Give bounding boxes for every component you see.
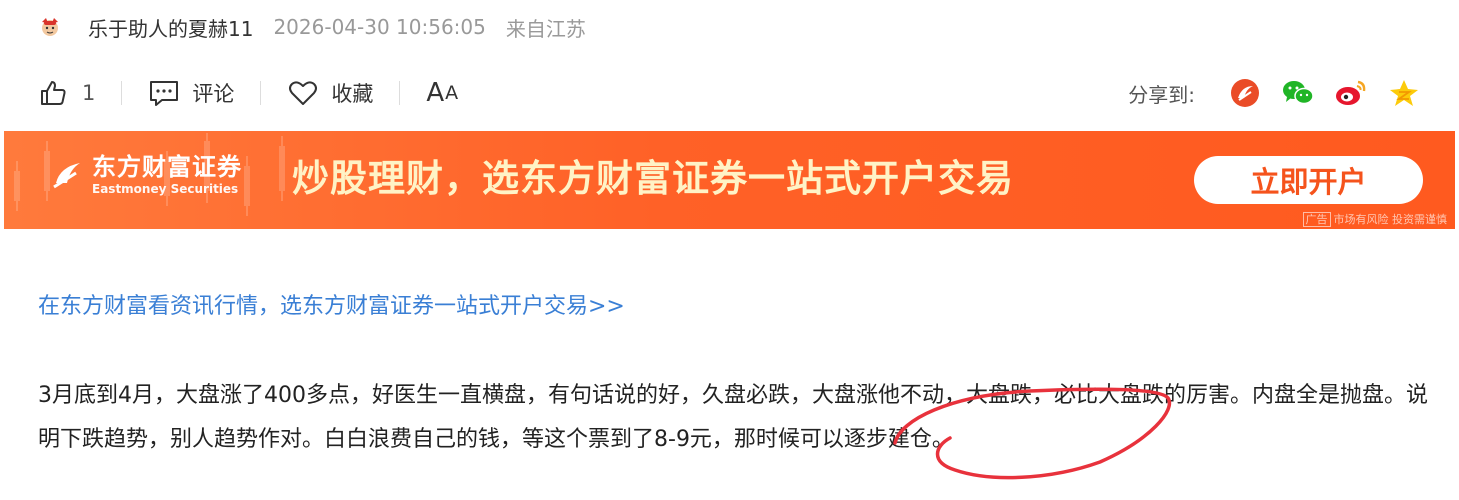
brand-name-en: Eastmoney Securities (92, 182, 239, 196)
qzone-icon (1390, 80, 1418, 106)
wechat-share-button[interactable] (1281, 76, 1315, 110)
ad-disclaimer: 广告 市场有风险 投资需谨慎 (1302, 211, 1448, 227)
username[interactable]: 乐于助人的夏赫11 (88, 13, 253, 42)
wechat-icon (1283, 81, 1314, 105)
banner-slogan: 炒股理财，选东方财富证券一站式开户交易 (292, 157, 1014, 200)
divider (260, 81, 262, 105)
share-label: 分享到: (1128, 82, 1195, 107)
avatar-icon (42, 18, 58, 36)
post-location: 来自江苏 (505, 16, 586, 41)
divider (121, 81, 123, 105)
font-size-button[interactable]: AA (426, 78, 459, 108)
divider (399, 81, 401, 105)
thumbs-up-icon (41, 81, 66, 105)
favorite-label: 收藏 (331, 82, 374, 106)
weibo-share-button[interactable] (1334, 76, 1368, 110)
like-count: 1 (82, 81, 96, 105)
avatar[interactable] (38, 15, 62, 39)
comment-button[interactable]: 评论 (148, 78, 234, 108)
like-button[interactable]: 1 (38, 78, 95, 108)
qzone-share-button[interactable] (1387, 76, 1421, 110)
promo-link[interactable]: 在东方财富看资讯行情，选东方财富证券一站式开户交易>> (38, 288, 625, 320)
comment-icon (150, 81, 179, 106)
post-body: 3月底到4月，大盘涨了400多点，好医生一直横盘，有句话说的好，久盘必跌，大盘涨… (38, 383, 1428, 452)
open-account-button[interactable]: 立即开户 (1194, 156, 1423, 204)
eastmoney-logo-icon (53, 163, 80, 189)
brand-logo: 东方财富证券 Eastmoney Securities (50, 153, 242, 197)
share-bar: 分享到: (1128, 74, 1421, 112)
eastmoney-guba-share-button[interactable] (1228, 76, 1262, 110)
ad-disclaimer-text: 市场有风险 投资需谨慎 (1333, 213, 1448, 226)
post-meta: 乐于助人的夏赫11 2026-04-30 10:56:05 来自江苏 (38, 12, 586, 42)
ad-tag: 广告 (1302, 212, 1331, 227)
action-bar: 1 评论 收藏 AA (38, 74, 459, 112)
favorite-button[interactable]: 收藏 (287, 78, 373, 108)
post-timestamp: 2026-04-30 10:56:05 (273, 15, 486, 39)
ad-banner[interactable]: 东方财富证券 Eastmoney Securities 炒股理财，选东方财富证券… (4, 131, 1455, 229)
font-size-small-glyph: A (445, 82, 460, 104)
eastmoney-guba-icon (1231, 79, 1259, 107)
heart-icon (289, 81, 318, 105)
font-size-large-glyph: A (426, 78, 446, 108)
weibo-icon (1336, 80, 1366, 105)
brand-name-cn: 东方财富证券 (92, 153, 242, 181)
comment-label: 评论 (192, 82, 235, 106)
